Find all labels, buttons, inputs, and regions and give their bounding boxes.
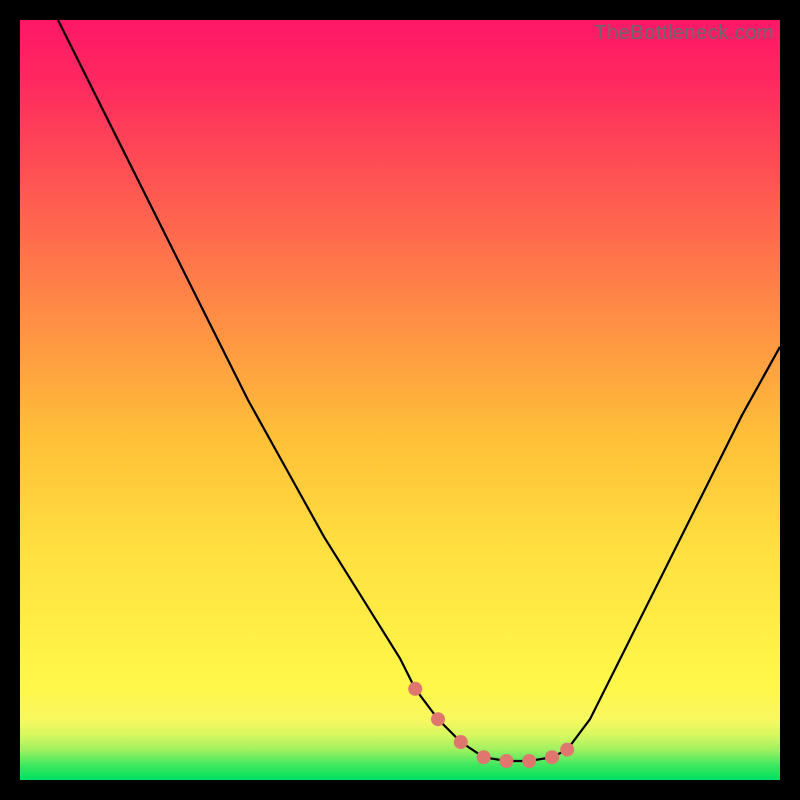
highlight-dot xyxy=(408,682,422,696)
highlight-dots xyxy=(408,682,574,768)
highlight-dot xyxy=(499,754,513,768)
highlight-dot xyxy=(522,754,536,768)
highlight-dot xyxy=(431,712,445,726)
chart-frame: TheBottleneck.com xyxy=(20,20,780,780)
highlight-dot xyxy=(545,750,559,764)
watermark-text: TheBottleneck.com xyxy=(594,22,774,45)
highlight-dot xyxy=(454,735,468,749)
highlight-dot xyxy=(560,743,574,757)
bottleneck-curve xyxy=(58,20,780,761)
chart-svg xyxy=(20,20,780,780)
highlight-dot xyxy=(477,750,491,764)
